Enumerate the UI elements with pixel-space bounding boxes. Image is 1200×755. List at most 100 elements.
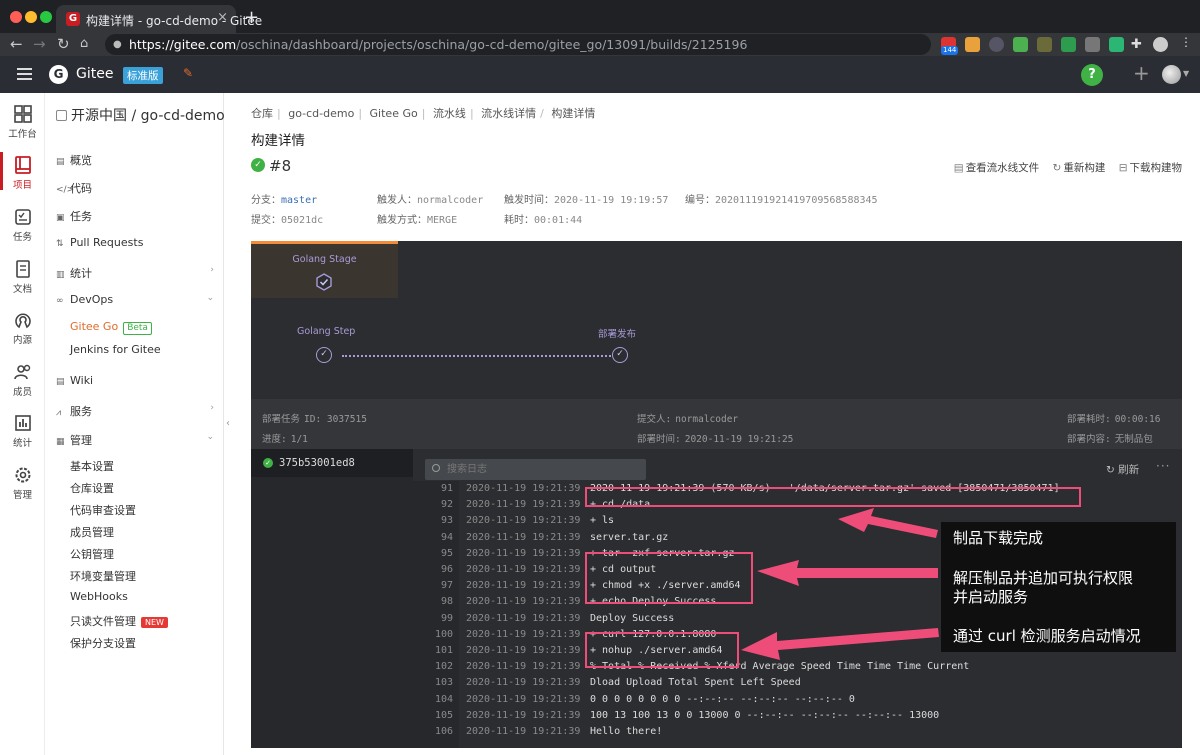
close-tab-icon[interactable]: × [217,10,228,25]
sidebar-item-key-manage[interactable]: 公钥管理 [70,546,114,562]
close-window-icon[interactable] [10,11,22,23]
rail-item-docs[interactable]: 文档 [0,260,45,295]
help-button[interactable]: ? [1081,64,1103,86]
extension-recycle-icon[interactable] [1109,37,1124,52]
more-options-icon[interactable]: ··· [1156,459,1170,473]
profile-avatar-icon[interactable] [1153,37,1168,52]
rail-item-admin[interactable]: 管理 [0,466,45,501]
sidebar-item-services[interactable]: ⩘ 服务 › [56,403,214,419]
menu-icon[interactable] [17,68,32,80]
refresh-log-button[interactable]: ↻ 刷新 [1106,462,1139,477]
address-bar[interactable]: ● https://gitee.com/oschina/dashboard/pr… [105,34,931,55]
extension-chrome-icon[interactable] [965,37,980,52]
rail-item-tasks[interactable]: 任务 [0,208,45,243]
rail-item-dashboard[interactable]: 工作台 [0,105,45,140]
project-sidebar: 开源中国 / go-cd-demo ▤ 概览 </>代码 ▣ 任务 ⇅ Pull Re… [46,93,225,755]
view-pipeline-file-button[interactable]: ▤ 查看流水线文件 [954,162,1039,174]
zoom-window-icon[interactable] [40,11,52,23]
breadcrumb-project[interactable]: go-cd-demo [288,107,354,120]
step-golang-check-icon[interactable]: ✓ [316,347,332,363]
sidebar-item-protected-branches[interactable]: 保护分支设置 [70,635,136,651]
reload-icon[interactable]: ↻ [57,34,70,54]
code-icon: </> [56,185,75,195]
log-timestamp: 2020-11-19 19:21:39 [466,628,581,640]
breadcrumb-pipeline-detail[interactable]: 流水线详情 [481,107,536,120]
sidebar-item-readonly-files[interactable]: 只读文件管理 NEW [70,613,168,629]
breadcrumb-pipelines[interactable]: 流水线 [433,107,466,120]
icon-rail: 工作台 项目 任务 文档 内源 成员 统计 管理 [0,93,45,755]
gitee-logo-icon[interactable]: G [49,65,68,84]
browser-tab[interactable]: G 构建详情 - go-cd-demo - Gitee × [56,5,262,33]
extension-copy-icon[interactable] [1037,37,1052,52]
stats-icon [14,415,31,431]
stage-card[interactable]: Golang Stage [251,241,398,298]
extension-diamond-icon[interactable] [989,37,1004,52]
download-artifact-button[interactable]: ⊟ 下载构建物 [1119,162,1182,174]
branch-link[interactable]: master [281,195,317,206]
browser-menu-icon[interactable]: ⋮ [1180,35,1195,50]
dashboard-icon [13,105,32,123]
log-timestamp: 2020-11-19 19:21:39 [466,499,581,511]
minimize-window-icon[interactable] [25,11,37,23]
rail-item-innersource[interactable]: 内源 [0,311,45,346]
sidebar-item-pull-requests[interactable]: ⇅ Pull Requests [56,236,143,249]
extension-owl-icon[interactable] [1085,37,1100,52]
collapse-sidebar-icon[interactable]: ‹ [226,418,230,429]
rail-item-members[interactable]: 成员 [0,363,45,398]
user-avatar[interactable] [1162,65,1181,84]
job-item-selected[interactable]: ✓ 375b53001ed8 [251,449,413,477]
sidebar-item-env-vars[interactable]: 环境变量管理 [70,568,136,584]
extension-grid-icon[interactable] [1013,37,1028,52]
stage-success-hexagon-icon [316,273,332,291]
sidebar-item-code[interactable]: </>代码 [56,180,92,196]
log-line-number: 95 [440,547,453,559]
sidebar-item-gitee-go[interactable]: Gitee Go Beta [70,320,152,335]
log-line-number: 101 [434,645,453,656]
create-plus-icon[interactable]: + [1133,61,1150,85]
back-icon[interactable]: ← [10,34,23,54]
new-tab-icon[interactable]: + [244,7,259,28]
log-timestamp: 2020-11-19 19:21:39 [466,612,581,624]
extension-shield-icon[interactable] [1061,37,1076,52]
job-id: 375b53001ed8 [279,457,355,469]
sidebar-item-repo-settings[interactable]: 仓库设置 [70,480,114,496]
step-deploy-check-icon[interactable]: ✓ [612,347,628,363]
log-line: 104 2020-11-19 19:21:39 0 0 0 0 0 0 0 0 --… [413,692,1182,708]
log-line-number: 92 [440,499,453,511]
breadcrumb-gitee-go[interactable]: Gitee Go [370,107,418,120]
chevron-down-icon[interactable]: ▼ [1183,69,1189,78]
log-search-input[interactable]: 搜索日志 [425,459,646,480]
log-text: 100 13 100 13 0 0 13000 0 --:--:-- --:--… [590,709,940,721]
sidebar-item-jenkins[interactable]: Jenkins for Gitee [70,343,161,356]
sidebar-item-stats[interactable]: ▥ 统计 › [56,265,214,281]
project-title[interactable]: 开源中国 / go-cd-demo [56,105,225,125]
sidebar-item-overview[interactable]: ▤ 概览 [56,152,92,168]
breadcrumb: 仓库 | go-cd-demo | Gitee Go | 流水线 | 流水线详情 / 构建… [251,107,596,120]
sidebar-item-manage[interactable]: ▦ 管理 ⌄ [56,432,214,448]
sidebar-item-devops[interactable]: ∞ DevOps ⌄ [56,293,214,306]
sidebar-item-review-settings[interactable]: 代码审查设置 [70,502,136,518]
sidebar-item-wiki[interactable]: ▤ Wiki [56,374,93,387]
rail-item-stats[interactable]: 统计 [0,414,45,449]
log-timestamp: 2020-11-19 19:21:39 [466,531,581,543]
rail-item-projects[interactable]: 项目 [0,156,45,191]
home-icon[interactable]: ⌂ [80,34,88,54]
brand-name[interactable]: Gitee [76,66,113,82]
site-info-icon[interactable]: ● [113,34,122,55]
log-line-number: 104 [434,693,453,705]
sidebar-item-webhooks[interactable]: WebHooks [70,590,128,603]
log-text: 0 0 0 0 0 0 0 0 --:--:-- --:--:-- --:--:… [590,693,855,705]
log-line-number: 98 [440,596,453,608]
sidebar-item-basic-settings[interactable]: 基本设置 [70,458,114,474]
breadcrumb-repo[interactable]: 仓库 [251,107,273,120]
rebuild-button[interactable]: ↻ 重新构建 [1053,162,1106,174]
sidebar-item-member-manage[interactable]: 成员管理 [70,524,114,540]
sidebar-item-tasks[interactable]: ▣ 任务 [56,208,92,224]
edit-icon[interactable]: ✎ [183,66,193,80]
extensions-puzzle-icon[interactable]: ✚ [1131,37,1146,52]
log-text: Dload Upload Total Spent Left Speed [590,677,801,689]
log-line: 106 2020-11-19 19:21:39 Hello there! [413,724,1182,740]
log-line-number: 91 [440,483,453,494]
log-line-number: 105 [434,709,453,721]
forward-icon[interactable]: → [33,34,46,54]
